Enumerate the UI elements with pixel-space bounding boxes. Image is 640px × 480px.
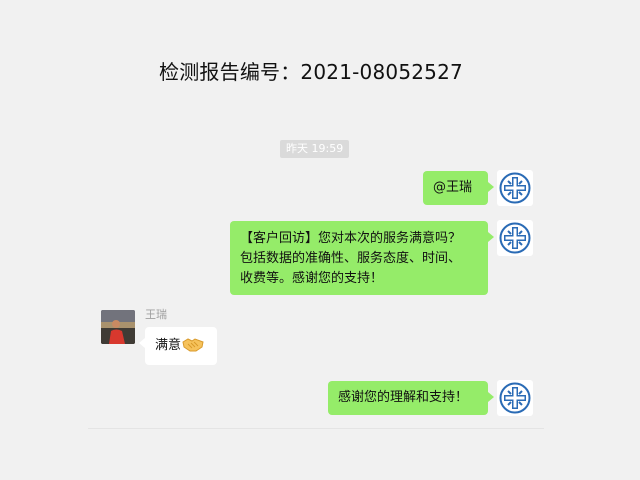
company-avatar[interactable] [497,220,533,256]
survey-line-3: 收费等。感谢您的支持！ [240,271,384,286]
sent-message-thanks[interactable]: 感谢您的理解和支持！ [328,381,494,415]
received-message[interactable]: 满意 [139,327,217,365]
message-timestamp: 昨天 19:59 [280,140,350,158]
user-photo [101,310,135,344]
sent-message-survey[interactable]: 【客户回访】您对本次的服务满意吗？ 包括数据的准确性、服务态度、时间、 收费等。… [230,221,494,295]
survey-line-2: 包括数据的准确性、服务态度、时间、 [240,251,462,266]
company-avatar[interactable] [497,380,533,416]
survey-line-1: 【客户回访】您对本次的服务满意吗？ [240,231,462,246]
sent-message-mention[interactable]: @王瑞 [423,171,494,205]
thanks-text: 感谢您的理解和支持！ [338,390,469,405]
company-logo-icon [499,382,531,414]
mention-text: @王瑞 [433,180,473,195]
divider [88,428,544,429]
handshake-icon [182,338,204,352]
report-number-title: 检测报告编号：2021-08052527 [159,60,463,84]
company-logo-icon [499,172,531,204]
company-logo-icon [499,222,531,254]
user-avatar[interactable] [101,310,135,344]
company-avatar[interactable] [497,170,533,206]
sender-name: 王瑞 [145,308,167,321]
received-text: 满意 [155,338,182,353]
